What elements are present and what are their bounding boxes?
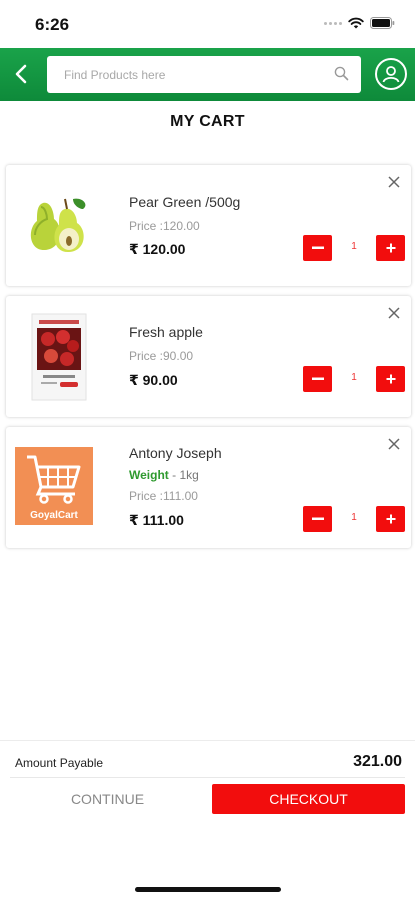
profile-button[interactable]: [375, 58, 407, 90]
cart-item: Pear Green /500g Price :120.00 ₹ 120.00 …: [6, 165, 411, 286]
status-bar: 6:26: [0, 0, 415, 48]
search-box: [47, 56, 361, 93]
item-name[interactable]: Pear Green /500g: [129, 194, 240, 210]
item-unit-price: Price :111.00: [129, 489, 198, 503]
item-total-price: ₹ 120.00: [129, 241, 186, 257]
weight-value: - 1kg: [168, 468, 199, 482]
item-unit-price: Price :120.00: [129, 219, 200, 233]
search-input[interactable]: [47, 56, 361, 93]
status-icons: [324, 17, 395, 29]
quantity-value: 1: [351, 512, 357, 523]
minus-icon: [311, 246, 324, 249]
increase-quantity-button[interactable]: [376, 366, 405, 392]
remove-item-button[interactable]: [385, 304, 403, 322]
home-indicator[interactable]: [135, 887, 281, 892]
quantity-stepper: 1: [303, 235, 405, 263]
quantity-stepper: 1: [303, 366, 405, 394]
item-weight: Weight - 1kg: [129, 468, 199, 482]
item-total-price: ₹ 111.00: [129, 512, 184, 528]
minus-icon: [311, 517, 324, 520]
remove-item-button[interactable]: [385, 173, 403, 191]
signal-icon: [324, 21, 342, 25]
battery-icon: [370, 17, 395, 29]
status-time: 6:26: [35, 15, 70, 34]
pear-image: [16, 181, 102, 271]
amount-payable-value: 321.00: [353, 753, 402, 770]
item-unit-price: Price :90.00: [129, 349, 194, 363]
close-icon: [388, 438, 400, 450]
profile-icon: [382, 66, 400, 83]
back-arrow-icon: [15, 64, 27, 84]
divider: [10, 777, 405, 778]
weight-label: Weight: [129, 468, 169, 482]
minus-icon: [311, 377, 324, 380]
back-button[interactable]: [8, 60, 34, 88]
item-total-price: ₹ 90.00: [129, 372, 178, 388]
cart-item: Fresh apple Price :90.00 ₹ 90.00 1: [6, 296, 411, 417]
apple-pack-image: [16, 312, 102, 402]
close-icon: [388, 176, 400, 188]
plus-icon: [386, 374, 395, 384]
plus-icon: [386, 514, 395, 524]
decrease-quantity-button[interactable]: [303, 235, 332, 261]
wifi-icon: [348, 17, 364, 29]
item-name[interactable]: Fresh apple: [129, 324, 203, 340]
checkout-button[interactable]: CHECKOUT: [212, 784, 405, 814]
plus-icon: [386, 243, 395, 253]
continue-button[interactable]: CONTINUE: [10, 784, 205, 814]
close-icon: [388, 307, 400, 319]
goyalcart-logo: GoyalCart: [15, 447, 93, 525]
quantity-value: 1: [351, 241, 357, 252]
quantity-value: 1: [351, 372, 357, 383]
logo-text: GoyalCart: [30, 510, 78, 521]
increase-quantity-button[interactable]: [376, 506, 405, 532]
amount-payable-label: Amount Payable: [15, 756, 104, 770]
decrease-quantity-button[interactable]: [303, 506, 332, 532]
cart-summary: Amount Payable 321.00 CONTINUE CHECKOUT: [0, 740, 415, 814]
cart-item: GoyalCart Antony Joseph Weight - 1kg Pri…: [6, 427, 411, 548]
increase-quantity-button[interactable]: [376, 235, 405, 261]
search-icon[interactable]: [334, 66, 349, 81]
item-name[interactable]: Antony Joseph: [129, 445, 222, 461]
quantity-stepper: 1: [303, 506, 405, 534]
decrease-quantity-button[interactable]: [303, 366, 332, 392]
page-title: MY CART: [170, 113, 245, 130]
app-header: [0, 48, 415, 101]
remove-item-button[interactable]: [385, 435, 403, 453]
